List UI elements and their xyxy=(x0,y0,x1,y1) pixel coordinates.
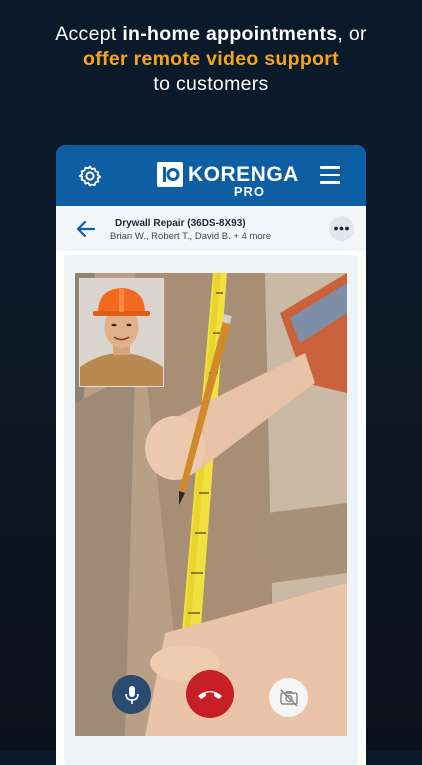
microphone-icon xyxy=(124,685,139,704)
ellipsis-icon xyxy=(334,226,349,231)
promo-line2-highlight: offer remote video support xyxy=(83,48,339,70)
promo-line1-post: , or xyxy=(337,23,367,45)
promo-line-3: to customers xyxy=(153,73,269,95)
promo-line1-pre: Accept xyxy=(55,23,123,45)
camera-toggle-button[interactable] xyxy=(269,678,308,717)
hamburger-menu-icon[interactable] xyxy=(320,166,340,184)
brand-suffix: PRO xyxy=(233,184,265,199)
promo-line-2: offer remote video support xyxy=(0,47,422,72)
mic-button[interactable] xyxy=(112,675,151,714)
video-card xyxy=(64,255,358,765)
app-header: KORENGA PRO xyxy=(56,145,366,206)
phone-hangup-icon xyxy=(198,691,222,699)
self-view-scene xyxy=(80,279,163,386)
camera-off-icon xyxy=(279,688,298,707)
app-logo: KORENGA PRO xyxy=(157,162,298,202)
logo-mark xyxy=(157,162,183,187)
call-participants: Brian W., Robert T., David B. + 4 more xyxy=(110,231,272,242)
promo-headline: Accept in-home appointments, or offer re… xyxy=(0,22,422,97)
promo-line1-bold: in-home appointments xyxy=(122,23,338,45)
promo-line-1: Accept in-home appointments, or xyxy=(0,22,422,47)
phone-screen: KORENGA PRO Drywall Repair (36DS-8X93) B… xyxy=(56,145,366,765)
arrow-left-icon[interactable] xyxy=(76,220,96,238)
self-view-video xyxy=(79,278,164,387)
gear-icon[interactable] xyxy=(78,164,102,188)
remote-video-feed xyxy=(75,273,347,736)
more-options-button[interactable] xyxy=(329,216,354,241)
call-title: Drywall Repair (36DS-8X93) xyxy=(115,218,246,229)
end-call-button[interactable] xyxy=(186,670,234,718)
call-header: Drywall Repair (36DS-8X93) Brian W., Rob… xyxy=(56,206,366,251)
